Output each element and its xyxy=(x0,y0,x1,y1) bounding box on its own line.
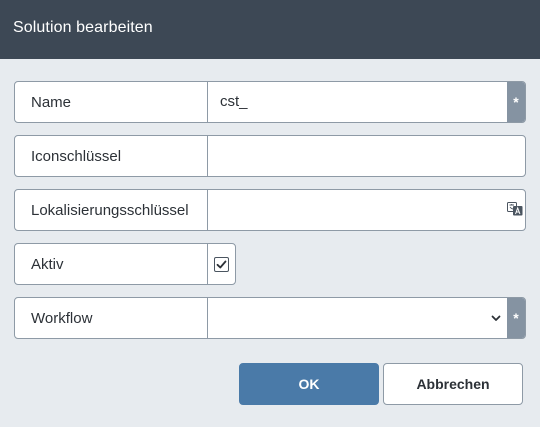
workflow-label-box: Workflow xyxy=(14,297,208,339)
localization-key-label: Lokalisierungsschlüssel xyxy=(31,202,189,219)
workflow-label: Workflow xyxy=(31,310,93,327)
dialog-titlebar: Solution bearbeiten xyxy=(0,0,540,59)
localization-key-input[interactable] xyxy=(207,189,526,231)
name-input[interactable]: cst_ * xyxy=(207,81,526,123)
chevron-down-icon[interactable] xyxy=(491,313,501,323)
ok-button[interactable]: OK xyxy=(239,363,379,405)
name-label-box: Name xyxy=(14,81,208,123)
active-checkbox-field xyxy=(207,243,236,285)
icon-key-input[interactable] xyxy=(207,135,526,177)
workflow-select[interactable]: * xyxy=(207,297,526,339)
active-label: Aktiv xyxy=(31,256,64,273)
checkmark-icon xyxy=(216,260,227,269)
active-row: Aktiv xyxy=(14,243,236,285)
name-label: Name xyxy=(31,94,72,111)
icon-key-row: Iconschlüssel xyxy=(14,135,526,177)
required-indicator: * xyxy=(507,82,525,122)
translate-icon[interactable] xyxy=(507,202,523,216)
active-checkbox[interactable] xyxy=(214,257,229,272)
localization-key-row: Lokalisierungsschlüssel xyxy=(14,189,526,231)
required-indicator: * xyxy=(507,298,525,338)
cancel-button[interactable]: Abbrechen xyxy=(383,363,523,405)
active-label-box: Aktiv xyxy=(14,243,208,285)
edit-solution-dialog: Solution bearbeiten Name cst_ * Iconschl… xyxy=(0,0,540,427)
workflow-row: Workflow * xyxy=(14,297,526,339)
icon-key-label: Iconschlüssel xyxy=(31,148,122,165)
name-input-value: cst_ xyxy=(220,93,248,110)
dialog-title: Solution bearbeiten xyxy=(13,19,153,36)
name-row: Name cst_ * xyxy=(14,81,526,123)
icon-key-label-box: Iconschlüssel xyxy=(14,135,208,177)
localization-key-label-box: Lokalisierungsschlüssel xyxy=(14,189,208,231)
